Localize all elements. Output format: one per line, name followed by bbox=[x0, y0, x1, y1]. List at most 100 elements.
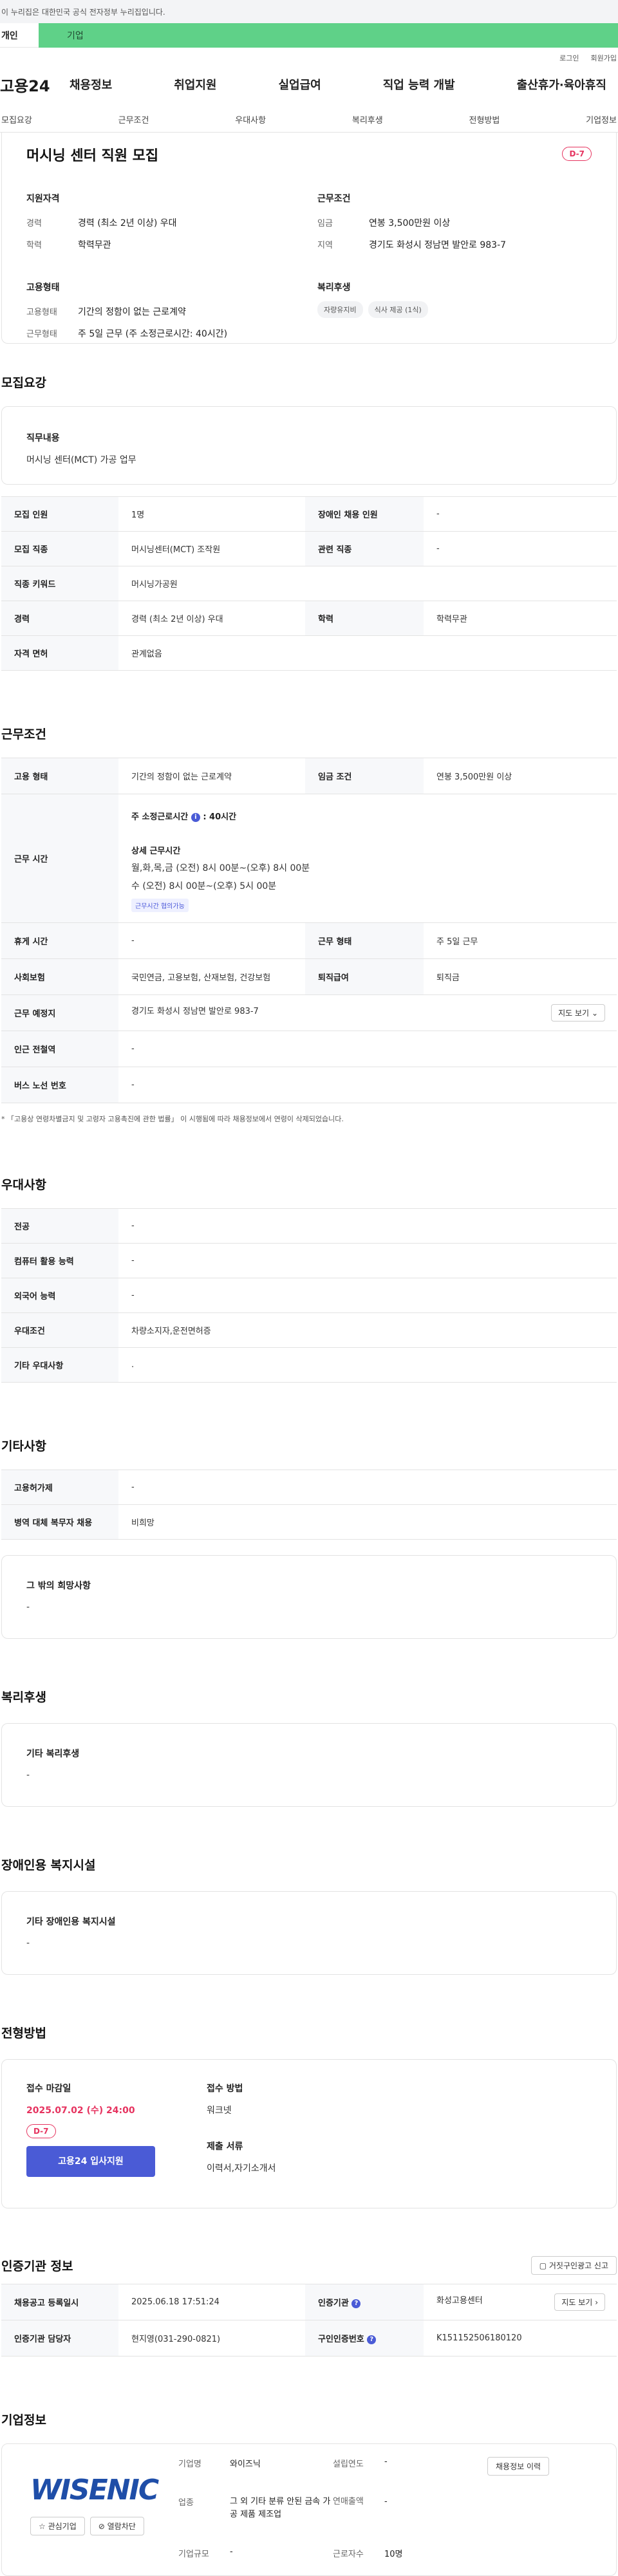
utility-links: 로그인 회원가입 bbox=[0, 48, 618, 68]
tab-individual[interactable]: 개인 bbox=[0, 23, 39, 48]
welfare-chip: 자량유지비 bbox=[317, 301, 363, 318]
company-name-value: 와이즈닉 bbox=[230, 2459, 261, 2469]
site-logo[interactable]: 고용24 bbox=[0, 73, 64, 96]
section-subnav: 모집요강 근무조건 우대사항 복리후생 전형방법 기업정보 bbox=[0, 107, 618, 133]
pref-heading: 우대사항 bbox=[1, 1178, 46, 1192]
info-icon[interactable]: ? bbox=[367, 2335, 377, 2344]
summary-welfare-heading: 복리후생 bbox=[317, 283, 351, 293]
gnb-item-employment-support[interactable]: 취업지원 bbox=[169, 76, 221, 93]
login-link[interactable]: 로그인 bbox=[559, 53, 579, 63]
work-place-value: 경기도 화성시 정남면 발안로 983-7 bbox=[131, 1007, 259, 1016]
welfare-chip: 식사 제공 (1식) bbox=[368, 301, 428, 318]
agency-staff-value: 현지영(031-290-0821) bbox=[118, 2320, 305, 2357]
recruit-career-value: 경력 (최소 2년 이상) 우대 bbox=[118, 601, 305, 636]
summary-region-label: 지역 bbox=[317, 241, 333, 250]
agency-header: 인증기관 정보 ▢ 거짓구인광고 신고 bbox=[0, 2256, 618, 2275]
subnav-conditions[interactable]: 근무조건 bbox=[117, 113, 151, 126]
recruit-heading: 모집요강 bbox=[1, 376, 46, 390]
deadline-value: 2025.07.02 (수) 24:00 bbox=[26, 2105, 135, 2116]
age-note: * 「고용상 연령차별금지 및 고령자 고용촉진에 관한 법률」 이 시행됨에 … bbox=[0, 1114, 618, 1124]
welfare-title: 기타 복리후생 bbox=[26, 1749, 80, 1759]
block-view-button[interactable]: ⊘ 열람차단 bbox=[89, 2517, 144, 2535]
map-view-button-label: 지도 보기 bbox=[558, 1009, 590, 1018]
work-type-value: 기간의 정함이 없는 근로계약 bbox=[118, 758, 305, 794]
chevron-down-icon: ⌄ bbox=[591, 1009, 598, 1018]
dday-badge: D-7 bbox=[26, 2124, 56, 2138]
fav-company-button[interactable]: ☆ 관심기업 bbox=[30, 2517, 85, 2535]
gnb-item-leave[interactable]: 출산휴가·육아휴직 bbox=[512, 76, 612, 93]
duty-value: 머시닝 센터(MCT) 가공 업무 bbox=[26, 455, 136, 465]
pref-table: 전공 - 컴퓨터 활용 능력 - 외국어 능력 - 우대조건 차량소지자,운전면허증 기… bbox=[1, 1208, 617, 1383]
pref-major-value: - bbox=[118, 1208, 617, 1244]
global-nav: 고용24 채용정보 취업지원 실업급여 직업 능력 개발 출산휴가·육아휴직 bbox=[0, 68, 618, 100]
agency-org-label: 인증기관 bbox=[318, 2299, 349, 2308]
summary-qualification: 지원자격 경력 경력 (최소 2년 이상) 우대 학력 학력무관 bbox=[26, 192, 317, 260]
company-info-grid: 기업명 와이즈닉 설립연도 - 업종 그 외 기타 분류 안된 금속 가공 제품… bbox=[178, 2457, 462, 2575]
duty-card: 직무내용 머시닝 센터(MCT) 가공 업무 bbox=[1, 406, 617, 485]
agency-map-button[interactable]: 지도 보기 › bbox=[554, 2293, 605, 2311]
work-table: 고용 형태 기간의 정함이 없는 근로계약 임금 조건 연봉 3,500만원 이… bbox=[1, 758, 617, 1103]
summary-edu-label: 학력 bbox=[26, 241, 42, 250]
subnav-recruit[interactable]: 모집요강 bbox=[0, 113, 33, 126]
recruit-career-label: 경력 bbox=[1, 601, 118, 636]
etc-permit-value: - bbox=[118, 1470, 617, 1505]
gnb-item-skills[interactable]: 직업 능력 개발 bbox=[378, 76, 460, 93]
agency-reg-label: 채용공고 등록일시 bbox=[1, 2284, 118, 2320]
agency-map-button-label: 지도 보기 bbox=[561, 2298, 593, 2307]
user-type-tabs: 개인 기업 bbox=[0, 23, 618, 48]
tab-enterprise[interactable]: 기업 bbox=[39, 23, 618, 48]
info-icon[interactable]: i bbox=[191, 812, 200, 822]
subnav-preferences[interactable]: 우대사항 bbox=[234, 113, 267, 126]
welfare-heading: 복리후생 bbox=[1, 1690, 46, 1704]
company-sales-label: 연매출액 bbox=[333, 2496, 364, 2506]
detail-hours-line: 월,화,목,금 (오전) 8시 00분~(오후) 8시 00분 bbox=[131, 863, 310, 873]
subnav-company[interactable]: 기업정보 bbox=[585, 113, 618, 126]
screening-heading: 전형방법 bbox=[1, 2026, 46, 2040]
work-subway-label: 인근 전철역 bbox=[1, 1031, 118, 1067]
agency-staff-label: 인증기관 담당자 bbox=[1, 2320, 118, 2357]
gov-banner-text: 이 누리집은 대한민국 공식 전자정부 누리집입니다. bbox=[1, 7, 165, 17]
apply-button[interactable]: 고용24 입사지원 bbox=[26, 2146, 155, 2177]
summary-type-value: 기간의 정함이 없는 근로계약 bbox=[78, 307, 186, 317]
report-ad-button[interactable]: ▢ 거짓구인광고 신고 bbox=[530, 2256, 617, 2275]
gnb-item-unemployment-benefit[interactable]: 실업급여 bbox=[274, 76, 326, 93]
summary-card: 머시닝 센터 직원 모집 D-7 지원자격 경력 경력 (최소 2년 이상) 우대… bbox=[1, 133, 617, 344]
work-wage-label: 임금 조건 bbox=[305, 758, 424, 794]
pref-major-label: 전공 bbox=[1, 1208, 118, 1244]
pref-etc-label: 기타 우대사항 bbox=[1, 1347, 118, 1383]
facility-title: 기타 장애인용 복지시설 bbox=[26, 1917, 116, 1927]
etc-military-label: 병역 대체 복무자 채용 bbox=[1, 1504, 118, 1540]
pref-lang-value: - bbox=[118, 1278, 617, 1313]
page-title: 머시닝 센터 직원 모집 bbox=[26, 148, 159, 164]
info-icon[interactable]: ? bbox=[351, 2299, 361, 2308]
chevron-right-icon: › bbox=[595, 2298, 598, 2307]
duty-title: 직무내용 bbox=[26, 433, 60, 443]
summary-conditions-heading: 근무조건 bbox=[317, 194, 351, 204]
summary-employment: 고용형태 고용형태 기간의 정함이 없는 근로계약 근무형태 주 5일 근무 (주 … bbox=[26, 281, 317, 349]
recruit-related-value: - bbox=[424, 531, 617, 566]
facility-card: 기타 장애인용 복지시설 - bbox=[1, 1891, 617, 1975]
summary-career-label: 경력 bbox=[26, 219, 42, 229]
subnav-screening[interactable]: 전형방법 bbox=[468, 113, 501, 126]
work-insurance-value: 국민연금, 고용보험, 산재보험, 건강보험 bbox=[118, 958, 305, 995]
gnb-item-jobs[interactable]: 채용정보 bbox=[64, 76, 117, 93]
subnav-welfare[interactable]: 복리후생 bbox=[351, 113, 384, 126]
work-subway-value: - bbox=[118, 1031, 617, 1067]
method-value: 워크넷 bbox=[207, 2105, 232, 2116]
dday-badge: D-7 bbox=[562, 147, 592, 161]
work-rest-label: 휴게 시간 bbox=[1, 922, 118, 959]
work-hours-label: 근무 시간 bbox=[1, 794, 118, 923]
facility-value: - bbox=[26, 1938, 30, 1948]
detail-hours-label: 상세 근무시간 bbox=[131, 846, 181, 856]
recruit-license-value: 관계없음 bbox=[118, 635, 617, 671]
job-history-button[interactable]: 채용정보 이력 bbox=[487, 2457, 550, 2476]
company-industry-label: 업종 bbox=[178, 2497, 194, 2508]
summary-type-label: 고용형태 bbox=[26, 308, 57, 317]
join-link[interactable]: 회원가입 bbox=[591, 53, 617, 63]
company-actions: 채용정보 이력 bbox=[462, 2457, 550, 2575]
map-view-button[interactable]: 지도 보기 ⌄ bbox=[551, 1004, 605, 1022]
pref-pc-label: 컴퓨터 활용 능력 bbox=[1, 1243, 118, 1278]
wish-title: 그 밖의 희망사항 bbox=[26, 1581, 91, 1591]
agency-no-value: K151152506180120 bbox=[424, 2320, 617, 2357]
agency-heading: 인증기관 정보 bbox=[1, 2259, 73, 2273]
